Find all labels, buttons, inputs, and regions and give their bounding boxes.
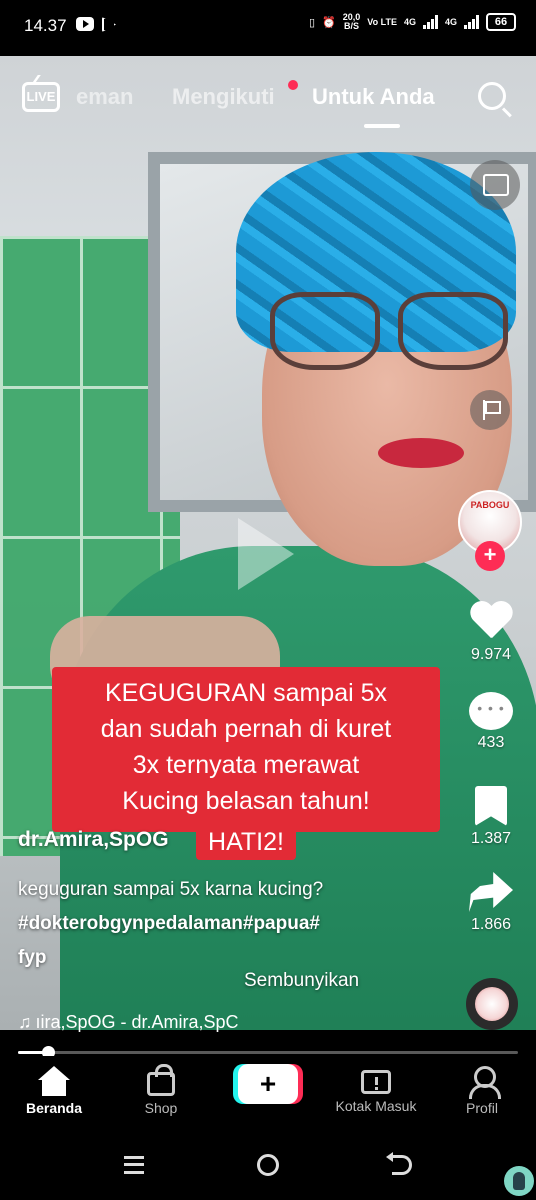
inbox-icon	[361, 1070, 391, 1094]
nav-shop[interactable]: Shop	[111, 1064, 211, 1116]
active-tab-indicator	[364, 124, 400, 128]
music-disc[interactable]	[466, 978, 518, 1030]
create-button[interactable]: +	[238, 1064, 298, 1104]
nav-kotak-masuk[interactable]: Kotak Masuk	[326, 1066, 426, 1114]
share-count: 1.866	[470, 916, 512, 933]
search-icon[interactable]	[478, 82, 506, 110]
play-store-notification-icon	[102, 17, 116, 32]
home-button-icon[interactable]	[257, 1154, 279, 1176]
image-search-icon[interactable]	[470, 160, 520, 210]
avatar-text: PABOGU	[470, 500, 510, 510]
nav-profil[interactable]: Profil	[432, 1066, 532, 1116]
system-nav-bar	[0, 1134, 536, 1200]
live-button[interactable]: LIVE	[22, 82, 60, 112]
shopping-bag-icon	[147, 1064, 175, 1096]
tab-teman[interactable]: eman	[76, 84, 133, 110]
signal-icon	[422, 15, 438, 29]
post-description[interactable]: keguguran sampai 5x karna kucing? #dokte…	[18, 873, 398, 975]
profile-icon	[467, 1066, 501, 1099]
save-button[interactable]: 1.387	[458, 786, 524, 848]
share-button[interactable]: 1.866	[458, 872, 524, 934]
video-progress-bar[interactable]	[18, 1046, 518, 1059]
hide-description-link[interactable]: Sembunyikan	[244, 970, 359, 992]
glasses	[270, 292, 520, 374]
video-text-overlay: KEGUGURAN sampai 5x dan sudah pernah di …	[52, 667, 440, 832]
bookmark-icon	[475, 786, 507, 826]
home-icon	[38, 1066, 70, 1096]
back-icon[interactable]	[386, 1152, 412, 1175]
status-time: 14.37	[24, 16, 67, 35]
top-nav: LIVE eman Mengikuti Untuk Anda	[0, 76, 536, 128]
battery-icon: 66	[486, 13, 516, 31]
heart-icon	[469, 600, 513, 642]
comment-count: 433	[477, 734, 505, 751]
video-text-overlay-tail: HATI2!	[196, 828, 296, 860]
youtube-notification-icon	[76, 17, 94, 31]
status-bar: 14.37 ▯ ⏰ 20,0 B/S Vo LTE 4G 4G 66	[0, 0, 536, 56]
like-button[interactable]: 9.974	[458, 600, 524, 664]
network-type-2: 4G	[444, 16, 457, 27]
tab-mengikuti[interactable]: Mengikuti	[172, 84, 275, 110]
author-name[interactable]: dr.Amira,SpOG	[18, 828, 169, 852]
share-icon	[469, 872, 513, 912]
notification-dot	[288, 80, 298, 90]
recent-apps-icon[interactable]	[124, 1156, 144, 1174]
network-type-1: 4G	[403, 16, 416, 27]
music-note-icon: ♫	[18, 1012, 32, 1032]
nav-beranda[interactable]: Beranda	[4, 1066, 104, 1116]
comment-icon	[469, 692, 513, 730]
save-count: 1.387	[470, 830, 512, 847]
network-speed: 20,0 B/S	[342, 12, 361, 31]
comment-button[interactable]: 433	[458, 692, 524, 752]
alarm-icon: ⏰	[322, 16, 336, 29]
assistant-bubble-icon[interactable]	[504, 1166, 534, 1196]
volte-label: Vo LTE	[367, 16, 397, 27]
lips	[378, 438, 464, 468]
vibrate-icon: ▯	[309, 16, 316, 29]
follow-button[interactable]: +	[475, 541, 505, 571]
like-count: 9.974	[470, 646, 512, 663]
play-icon	[238, 518, 294, 590]
signal-icon-2	[464, 15, 479, 29]
status-icons: ▯ ⏰ 20,0 B/S Vo LTE 4G 4G 66	[309, 13, 516, 31]
flag-icon[interactable]	[470, 390, 510, 430]
bottom-nav: Beranda Shop + Kotak Masuk Profil	[0, 1056, 536, 1134]
tab-untuk-anda[interactable]: Untuk Anda	[312, 84, 435, 110]
hashtags[interactable]: #dokterobgynpedalaman#papua#	[18, 907, 398, 941]
sound-label[interactable]: ♫ ıira,SpOG - dr.Amira,SpC	[18, 1012, 288, 1036]
